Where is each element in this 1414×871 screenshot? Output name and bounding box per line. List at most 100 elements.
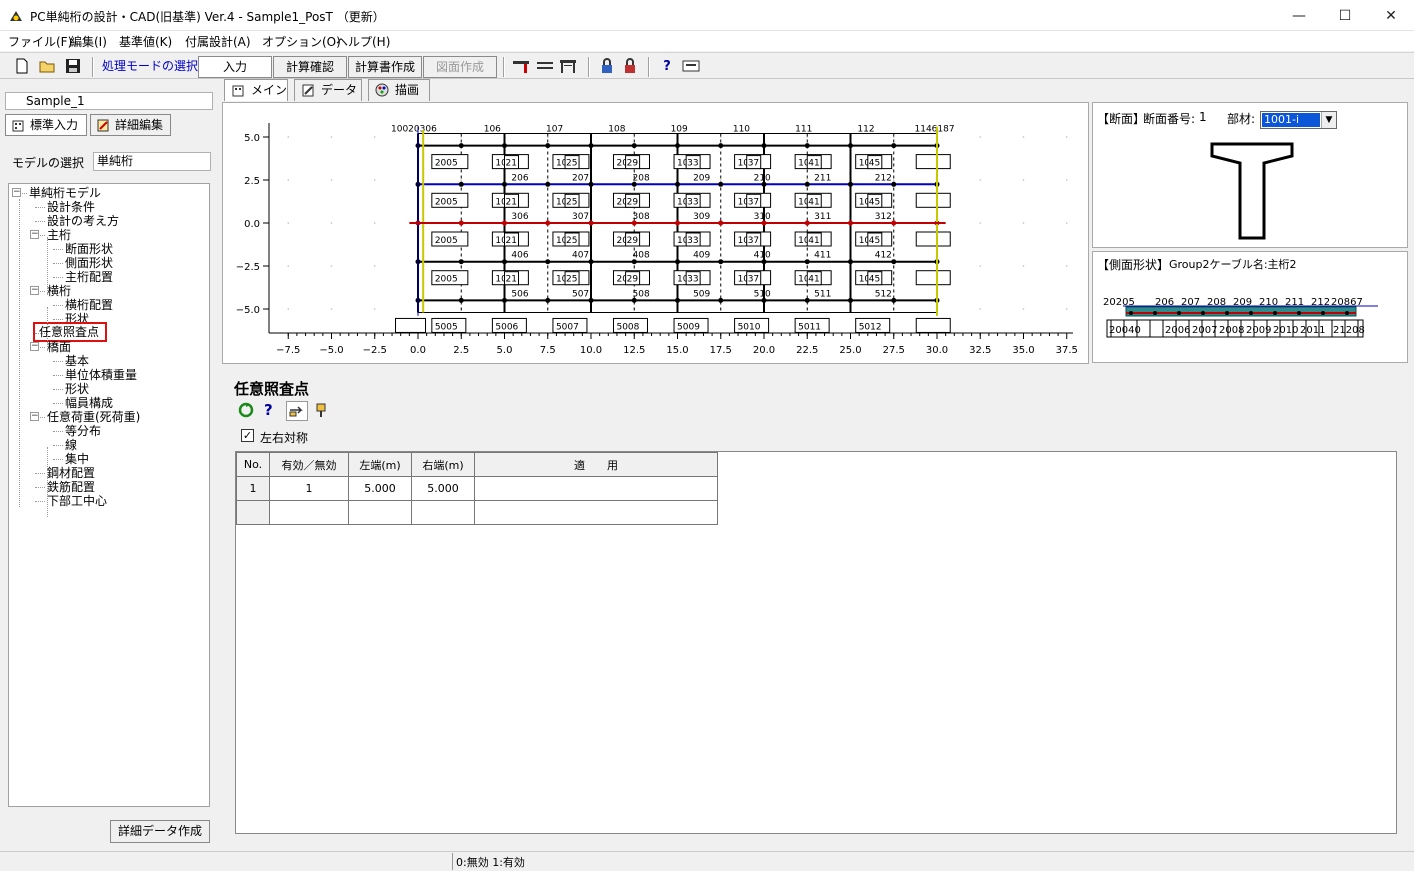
cell-empty[interactable] <box>348 500 412 525</box>
cell-valid[interactable]: 1 <box>269 476 349 501</box>
app-icon[interactable] <box>8 8 24 24</box>
member-select-value: 1001-i <box>1262 113 1320 127</box>
tree-collapse-icon[interactable]: − <box>30 286 39 295</box>
node-label: 407 <box>572 251 589 261</box>
tree-collapse-icon[interactable]: − <box>30 412 39 421</box>
maximize-button[interactable]: ☐ <box>1322 0 1368 31</box>
symmetry-checkbox[interactable]: ✓ <box>241 429 254 442</box>
tab-data[interactable]: データ <box>294 79 362 101</box>
cell-empty[interactable] <box>474 500 718 525</box>
beam-icon[interactable] <box>511 56 531 76</box>
tree-item[interactable]: 下部工中心 <box>47 494 107 508</box>
frame-icon[interactable] <box>558 56 578 76</box>
tree-item[interactable]: 集中 <box>65 452 89 466</box>
tree-view[interactable]: 単純桁モデル − 設計条件 設計の考え方 主桁 − 断面形状 側面形状 主桁配置 横桁 − 横桁配置形… <box>8 183 210 807</box>
tree-item[interactable]: 単位体積重量 <box>65 368 137 382</box>
cell-left-end[interactable]: 5.000 <box>348 476 412 501</box>
top-node-label: 112 <box>857 125 874 135</box>
cell-right-end[interactable]: 5.000 <box>411 476 475 501</box>
tree-item[interactable]: 設計の考え方 <box>47 214 119 228</box>
detail-data-button[interactable]: 詳細データ作成 <box>110 820 210 843</box>
pin-tool-icon[interactable] <box>314 402 328 421</box>
x-tick-label: 17.5 <box>710 345 732 356</box>
view-tabs: メイン データ 描画 <box>222 79 1414 101</box>
tree-collapse-icon[interactable]: − <box>30 342 39 351</box>
member-id-label: 33 <box>687 236 698 246</box>
cell-application[interactable] <box>474 476 718 501</box>
member-id-label: 33 <box>687 159 698 169</box>
bottom-right-box <box>915 317 951 333</box>
report-button[interactable]: 計算書作成 <box>348 56 422 78</box>
tree-item[interactable]: 線 <box>65 438 77 452</box>
tab-draw[interactable]: 描画 <box>368 79 430 101</box>
tree-collapse-icon[interactable]: − <box>12 188 21 197</box>
menu-help[interactable]: ヘルプ(H) <box>336 33 390 50</box>
tree-item[interactable]: 主桁 <box>47 228 71 242</box>
close-button[interactable]: ✕ <box>1368 0 1414 31</box>
help-icon[interactable]: ? <box>264 401 273 419</box>
pointer-tool-icon[interactable] <box>286 401 308 421</box>
tree-item[interactable]: 任意荷重(死荷重) <box>47 410 140 424</box>
tree-item[interactable]: 橋面 <box>47 340 71 354</box>
grid-dot <box>373 265 376 267</box>
node-point <box>502 297 507 303</box>
save-icon[interactable] <box>63 56 83 76</box>
tree-item[interactable]: 形状 <box>65 382 89 396</box>
lock-blue-icon[interactable] <box>597 56 617 76</box>
tree-connector <box>53 361 63 362</box>
member-select[interactable]: 1001-i ▼ <box>1260 111 1337 129</box>
new-file-icon[interactable] <box>12 56 32 76</box>
tree-item[interactable]: 鋼材配置 <box>47 466 95 480</box>
member-id-label: 25 <box>566 236 577 246</box>
top-node-label: 108 <box>608 125 625 135</box>
plan-view-chart[interactable]: −7.5 −5.0 −2.5 0.0 2.5 5.0 7.5 10.0 12.5 15.0 17.5… <box>222 102 1089 364</box>
detail-edit-button[interactable]: 詳細編集 <box>90 114 171 136</box>
model-select-label: モデルの選択 <box>12 156 85 170</box>
standard-input-button[interactable]: 標準入力 <box>5 114 87 136</box>
lines-icon[interactable] <box>535 56 555 76</box>
cell-empty[interactable] <box>411 500 475 525</box>
tree-item[interactable]: 基本 <box>65 354 89 368</box>
tree-item[interactable]: 横桁 <box>47 284 71 298</box>
table-row[interactable]: 1 1 5.000 5.000 <box>236 476 718 501</box>
sample-name-field[interactable]: Sample_1 <box>5 92 213 110</box>
menu-options[interactable]: オプション(O) <box>262 33 341 50</box>
help-icon[interactable]: ? <box>657 56 677 76</box>
lock-red-icon[interactable] <box>620 56 640 76</box>
top-node-label: 110 <box>733 125 750 135</box>
tab-main[interactable]: メイン <box>224 79 288 101</box>
tree-item[interactable]: 主桁配置 <box>65 270 113 284</box>
minimize-button[interactable]: — <box>1276 0 1322 31</box>
keyboard-icon[interactable] <box>681 56 701 76</box>
tree-item[interactable]: 任意照査点 <box>33 322 108 342</box>
menu-standard[interactable]: 基準値(K) <box>119 33 172 50</box>
tree-item[interactable]: 鉄筋配置 <box>47 480 95 494</box>
tree-item[interactable]: 等分布 <box>65 424 101 438</box>
calc-check-button[interactable]: 計算確認 <box>273 56 347 78</box>
x-tick-label: 30.0 <box>926 345 948 356</box>
col-left-end: 左端(m) <box>348 452 412 477</box>
check-point-grid[interactable]: No. 有効／無効 左端(m) 右端(m) 適 用 1 1 5.000 5.00… <box>235 451 1397 834</box>
model-select[interactable]: 単純桁 <box>93 152 211 171</box>
node-label: 210 <box>754 173 771 183</box>
tree-item[interactable]: 側面形状 <box>65 256 113 270</box>
input-mode-button[interactable]: 入力 <box>198 56 272 78</box>
tree-collapse-icon[interactable]: − <box>30 230 39 239</box>
x-tick-label: 37.5 <box>1056 345 1078 356</box>
tree-item[interactable]: 単純桁モデル <box>29 186 101 200</box>
drawing-button[interactable]: 図面作成 <box>423 56 497 78</box>
menu-attached-design[interactable]: 付属設計(A) <box>185 33 251 50</box>
table-row-empty[interactable] <box>236 500 718 525</box>
menu-file[interactable]: ファイル(F) <box>8 33 72 50</box>
refresh-icon[interactable] <box>238 402 254 421</box>
tree-item[interactable]: 横桁配置 <box>65 298 113 312</box>
chevron-down-icon[interactable]: ▼ <box>1321 112 1336 128</box>
tree-item[interactable]: 幅員構成 <box>65 396 113 410</box>
cell-empty[interactable] <box>269 500 349 525</box>
menu-edit[interactable]: 編集(I) <box>70 33 107 50</box>
tree-item[interactable]: 設計条件 <box>47 200 95 214</box>
node-label: 211 <box>814 173 831 183</box>
node-point <box>631 143 637 149</box>
tree-item[interactable]: 断面形状 <box>65 242 113 256</box>
open-folder-icon[interactable] <box>38 56 58 76</box>
